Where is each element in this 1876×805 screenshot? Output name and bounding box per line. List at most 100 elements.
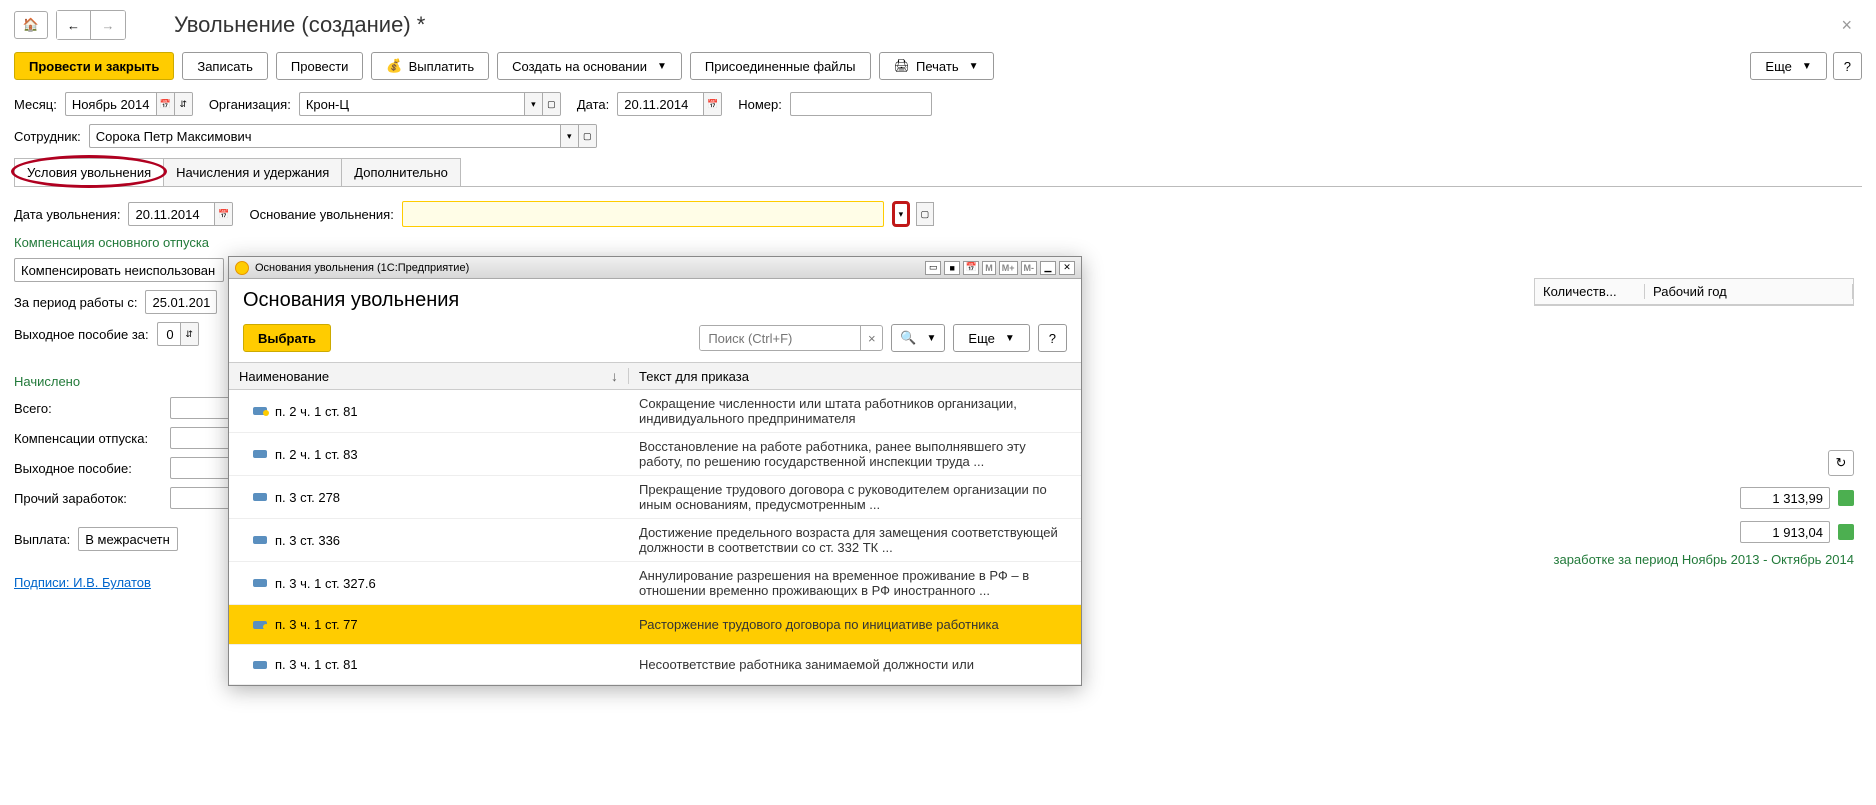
- reason-dropdown-button[interactable]: ▾: [892, 201, 910, 227]
- accrued-total-value: 1 313,99: [1740, 487, 1830, 509]
- search-field[interactable]: ×: [699, 325, 883, 351]
- comp-label: Компенсации отпуска:: [14, 431, 164, 446]
- employee-field[interactable]: ▾ ▢: [89, 124, 597, 148]
- col-year: Рабочий год: [1645, 284, 1853, 299]
- stepper-icon[interactable]: ⇵: [180, 323, 198, 345]
- sort-indicator-icon[interactable]: ↓: [611, 368, 618, 384]
- search-input[interactable]: [700, 326, 860, 350]
- month-stepper[interactable]: ⇵: [174, 93, 192, 115]
- create-based-label: Создать на основании: [512, 59, 647, 74]
- list-row[interactable]: п. 3 ч. 1 ст. 81Несоответствие работника…: [229, 645, 1081, 685]
- post-button[interactable]: Провести: [276, 52, 364, 80]
- org-field[interactable]: ▾ ▢: [299, 92, 561, 116]
- help-button[interactable]: ?: [1833, 52, 1862, 80]
- open-icon[interactable]: ▢: [542, 93, 560, 115]
- edit-pencil-icon[interactable]: [1838, 490, 1854, 506]
- period-from-field[interactable]: [145, 290, 217, 314]
- reason-field[interactable]: [402, 201, 884, 227]
- date-input[interactable]: [618, 93, 703, 115]
- chevron-down-icon: ▼: [1005, 333, 1015, 344]
- toolbar-icon-1[interactable]: ▭: [925, 261, 941, 275]
- item-icon: [253, 450, 267, 458]
- number-input[interactable]: [791, 93, 931, 115]
- list-row[interactable]: п. 3 ст. 278Прекращение трудового догово…: [229, 476, 1081, 519]
- open-icon[interactable]: ▢: [916, 202, 934, 226]
- popup-more-button[interactable]: Еще▼: [953, 324, 1029, 352]
- severance-label: Выходное пособие за:: [14, 327, 149, 342]
- home-button[interactable]: 🏠: [14, 11, 48, 39]
- month-input[interactable]: [66, 93, 156, 115]
- post-close-button[interactable]: Провести и закрыть: [14, 52, 174, 80]
- toolbar-calc-icon[interactable]: 📅: [963, 261, 979, 275]
- period-note: заработке за период Ноябрь 2013 - Октябр…: [1434, 552, 1854, 567]
- tab-conditions[interactable]: Условия увольнения: [14, 158, 164, 186]
- refresh-button[interactable]: ↻: [1828, 450, 1854, 476]
- reason-input[interactable]: [403, 202, 883, 226]
- more-button[interactable]: Еще▼: [1750, 52, 1826, 80]
- popup-title: Основания увольнения: [229, 279, 1081, 318]
- attached-files-button[interactable]: Присоединенные файлы: [690, 52, 871, 80]
- severance-days-field[interactable]: ⇵: [157, 322, 199, 346]
- col-text-header[interactable]: Текст для приказа: [629, 369, 1081, 384]
- col-name-header[interactable]: Наименование: [239, 369, 329, 384]
- fire-date-input[interactable]: [129, 203, 214, 225]
- save-button[interactable]: Записать: [182, 52, 268, 80]
- create-based-button[interactable]: Создать на основании▼: [497, 52, 682, 80]
- dropdown-icon[interactable]: ▾: [560, 125, 578, 147]
- search-config-button[interactable]: 🔍▼: [891, 324, 945, 352]
- open-icon[interactable]: ▢: [578, 125, 596, 147]
- total-label: Всего:: [14, 401, 164, 416]
- comp-type-input[interactable]: [15, 259, 223, 281]
- back-button[interactable]: ←: [57, 11, 91, 39]
- list-row[interactable]: п. 2 ч. 1 ст. 83Восстановление на работе…: [229, 433, 1081, 476]
- payout-field[interactable]: [78, 527, 178, 551]
- close-button[interactable]: ✕: [1059, 261, 1075, 275]
- item-name: п. 2 ч. 1 ст. 81: [275, 404, 358, 419]
- list-row[interactable]: п. 3 ч. 1 ст. 327.6Аннулирование разреше…: [229, 562, 1081, 605]
- edit-pencil-icon[interactable]: [1838, 524, 1854, 540]
- accrued-other-value: 1 913,04: [1740, 521, 1830, 543]
- popup-help-button[interactable]: ?: [1038, 324, 1067, 352]
- chevron-down-icon: ▼: [969, 61, 979, 72]
- clear-search-icon[interactable]: ×: [860, 326, 882, 350]
- tab-additional[interactable]: Дополнительно: [341, 158, 461, 186]
- item-text: Сокращение численности или штата работни…: [629, 396, 1081, 426]
- item-icon: [253, 621, 267, 629]
- org-input[interactable]: [300, 93, 524, 115]
- mminus-button[interactable]: M-: [1021, 261, 1038, 275]
- pay-button[interactable]: 💰 Выплатить: [371, 52, 489, 80]
- pay-label: Выплатить: [409, 59, 475, 74]
- toolbar-icon-2[interactable]: ■: [944, 261, 960, 275]
- m-button[interactable]: M: [982, 261, 996, 275]
- app-icon: [235, 261, 249, 275]
- severance-days-input[interactable]: [158, 323, 180, 345]
- list-row[interactable]: п. 2 ч. 1 ст. 81 Сокращение численности и…: [229, 390, 1081, 433]
- fire-date-field[interactable]: 📅: [128, 202, 233, 226]
- item-icon: [253, 407, 267, 415]
- month-picker-icon[interactable]: 📅: [156, 93, 174, 115]
- minimize-button[interactable]: ▁: [1040, 261, 1056, 275]
- comp-type-field[interactable]: [14, 258, 224, 282]
- severance-amount-label: Выходное пособие:: [14, 461, 164, 476]
- item-name: п. 3 ч. 1 ст. 77: [275, 617, 358, 632]
- dropdown-icon[interactable]: ▾: [524, 93, 542, 115]
- close-page-button[interactable]: ×: [1841, 15, 1852, 36]
- list-row[interactable]: п. 3 ст. 336Достижение предельного возра…: [229, 519, 1081, 562]
- employee-input[interactable]: [90, 125, 560, 147]
- list-row[interactable]: п. 3 ч. 1 ст. 77Расторжение трудового до…: [229, 605, 1081, 645]
- mplus-button[interactable]: M+: [999, 261, 1018, 275]
- date-field[interactable]: 📅: [617, 92, 722, 116]
- item-name: п. 2 ч. 1 ст. 83: [275, 447, 358, 462]
- number-field[interactable]: [790, 92, 932, 116]
- period-from-input[interactable]: [146, 291, 216, 313]
- calendar-icon[interactable]: 📅: [703, 93, 721, 115]
- tab-accruals[interactable]: Начисления и удержания: [163, 158, 342, 186]
- signatures-link[interactable]: Подписи: И.В. Булатов: [0, 565, 165, 600]
- other-label: Прочий заработок:: [14, 491, 164, 506]
- print-button[interactable]: 🖨 Печать▼: [879, 52, 994, 80]
- select-button[interactable]: Выбрать: [243, 324, 331, 352]
- period-label: За период работы с:: [14, 295, 137, 310]
- calendar-icon[interactable]: 📅: [214, 203, 232, 225]
- payout-input[interactable]: [79, 528, 178, 550]
- month-field[interactable]: 📅 ⇵: [65, 92, 193, 116]
